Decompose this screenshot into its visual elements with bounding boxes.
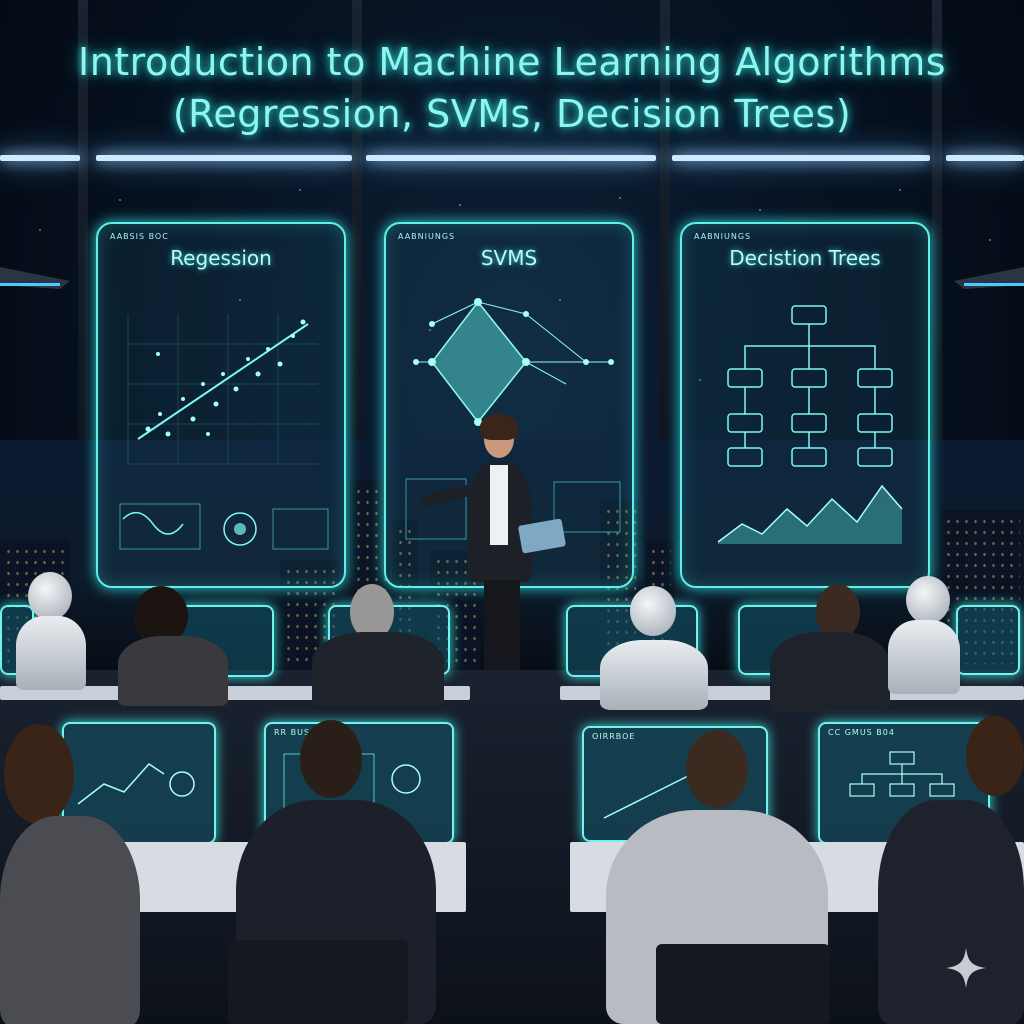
monitor-tag: CC GMUS B04 xyxy=(828,728,895,737)
sparkle-icon xyxy=(946,948,986,988)
student-head xyxy=(966,716,1024,796)
decision-tree-graphic xyxy=(717,305,903,544)
student-body xyxy=(0,816,140,1024)
tablet-device xyxy=(517,518,567,554)
regression-line xyxy=(137,323,309,440)
student-monitor xyxy=(956,605,1020,675)
student-body xyxy=(878,800,1024,1024)
ceiling-light xyxy=(0,155,80,161)
spaceship-left xyxy=(0,267,70,289)
slide-subtitle: (Regression, SVMs, Decision Trees) xyxy=(172,92,852,136)
student-body xyxy=(770,632,890,712)
robot-student-body xyxy=(600,640,708,710)
chair xyxy=(228,940,408,1024)
student-head xyxy=(300,720,362,798)
robot-student-body xyxy=(888,620,960,694)
student-head xyxy=(4,724,74,824)
decision-tree-panel: AABNIUNGS Decistion Trees xyxy=(680,222,930,588)
ceiling-light xyxy=(672,155,930,161)
regression-panel: AABSIS BOC Regession xyxy=(96,222,346,588)
student-body xyxy=(312,632,444,706)
student-body xyxy=(118,636,228,706)
robot-student-head xyxy=(630,586,676,636)
slide-title: Introduction to Machine Learning Algorit… xyxy=(77,40,947,84)
student-head xyxy=(686,730,748,808)
classroom-scene: Introduction to Machine Learning Algorit… xyxy=(0,0,1024,1024)
robot-student-head xyxy=(28,572,72,620)
ceiling-light xyxy=(946,155,1024,161)
monitor-tag: OIRRBOE xyxy=(592,732,636,741)
spaceship-right xyxy=(954,267,1024,289)
robot-student-head xyxy=(906,576,950,624)
regression-scatter-graphic xyxy=(119,314,329,550)
ceiling-light xyxy=(366,155,656,161)
robot-student-body xyxy=(16,616,86,690)
ceiling-light xyxy=(96,155,352,161)
chair xyxy=(656,944,830,1024)
